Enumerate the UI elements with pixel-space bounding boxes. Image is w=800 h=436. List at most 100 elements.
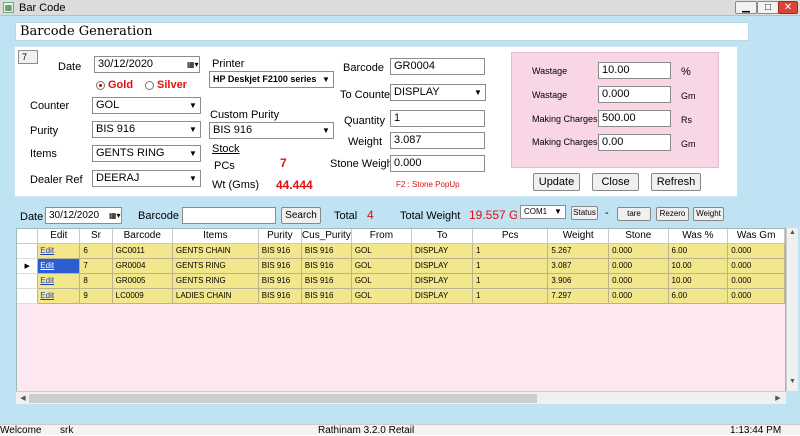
counter-select[interactable]: GOL ▼ [92,97,201,114]
cell-pcs: 1 [472,243,549,259]
row-header[interactable] [17,273,39,289]
calendar-dropdown-icon[interactable]: ▦▾ [109,208,121,223]
items-select[interactable]: GENTS RING ▼ [92,145,201,162]
edit-link[interactable]: Edit [37,243,81,259]
row-header-corner [17,229,39,244]
vertical-scrollbar[interactable]: ▲ ▼ [786,228,798,391]
cell-sr: 7 [79,258,113,274]
quantity-label: Quantity [344,115,385,127]
column-header[interactable]: Barcode [112,229,173,244]
custom-purity-label: Custom Purity [210,109,280,121]
chevron-down-icon: ▼ [554,207,562,216]
cell-stone: 0.000 [608,258,669,274]
refresh-button[interactable]: Refresh [651,173,701,191]
row-header[interactable] [17,243,39,259]
dealer-ref-value: DEERAJ [96,172,140,184]
filter-date-picker[interactable]: 30/12/2020 ▦▾ [45,207,122,224]
scroll-left-icon[interactable]: ◀ [17,393,29,404]
row-header[interactable] [17,288,39,304]
cell-purity: BIS 916 [258,258,302,274]
wastage-percent-input[interactable]: 10.00 [598,62,671,79]
column-header[interactable]: Weight [547,229,610,244]
cell-stone: 0.000 [608,288,669,304]
rezero-button[interactable]: Rezero [656,207,689,221]
status-button[interactable]: Status [571,206,598,220]
gram-unit: Gm [681,139,696,149]
chevron-down-icon: ▼ [189,174,197,183]
scroll-thumb[interactable] [29,394,537,403]
page-title: Barcode Generation [15,22,749,41]
com-port-value: COM1 [524,207,548,216]
cell-purity: BIS 916 [258,273,302,289]
com-port-select[interactable]: COM1 ▼ [520,205,566,219]
column-header[interactable]: To [411,229,474,244]
making-charges-rs-input[interactable]: 500.00 [598,110,671,127]
cell-was-pct: 6.00 [668,243,729,259]
purity-label: Purity [30,125,59,137]
stone-weight-input[interactable]: 0.000 [390,155,485,172]
edit-link[interactable]: Edit [37,288,81,304]
minimize-button[interactable]: ▁ [735,1,757,14]
column-header[interactable]: Stone [608,229,669,244]
weight-button[interactable]: Weight [693,207,724,221]
table-row[interactable]: Edit 6 GC0011 GENTS CHAIN BIS 916 BIS 91… [17,243,785,259]
scroll-down-icon[interactable]: ▼ [787,378,798,385]
column-header[interactable]: Was Gm [727,229,785,244]
close-window-button[interactable]: ✕ [778,1,798,14]
column-header[interactable]: Items [172,229,259,244]
purity-select[interactable]: BIS 916 ▼ [92,121,201,138]
date-value: 30/12/2020 [98,58,154,70]
search-button[interactable]: Search [281,207,321,224]
tare-button[interactable]: tare [617,207,651,221]
scroll-up-icon[interactable]: ▲ [787,229,798,236]
column-header[interactable]: Pcs [472,229,549,244]
cell-pcs: 1 [472,288,549,304]
to-counter-select[interactable]: DISPLAY ▼ [390,84,486,101]
edit-link[interactable]: Edit [37,273,81,289]
making-charges-gm-input[interactable]: 0.00 [598,134,671,151]
column-header[interactable]: Edit [37,229,81,244]
wastage-gram-label: Wastage [532,90,568,100]
silver-label: Silver [157,79,187,91]
calendar-dropdown-icon[interactable]: ▦▾ [187,57,199,72]
printer-select[interactable]: HP Deskjet F2100 series ▼ [209,71,334,88]
making-charges-gm-label: Making Charges [532,137,598,147]
making-charges-rs-label: Making Charges [532,114,598,124]
cell-weight: 3.906 [547,273,610,289]
column-header[interactable]: Was % [668,229,729,244]
barcode-input[interactable]: GR0004 [390,58,485,75]
table-row[interactable]: Edit 8 GR0005 GENTS RING BIS 916 BIS 916… [17,273,785,289]
column-header[interactable]: Purity [258,229,302,244]
cell-items: GENTS RING [172,273,259,289]
table-row[interactable]: Edit 9 LC0009 LADIES CHAIN BIS 916 BIS 9… [17,288,785,304]
dealer-ref-select[interactable]: DEERAJ ▼ [92,170,201,187]
update-button[interactable]: Update [533,173,580,191]
cell-was-gm: 0.000 [727,288,785,304]
dealer-ref-label: Dealer Ref [30,174,83,186]
quantity-input[interactable]: 1 [390,110,485,127]
wastage-gram-input[interactable]: 0.000 [598,86,671,103]
stone-weight-label: Stone Weight [330,158,396,170]
weight-input[interactable]: 3.087 [390,132,485,149]
gold-radio[interactable] [96,81,105,90]
rupee-unit: Rs [681,115,692,125]
title-bar: ▦ Bar Code ▁ □ [0,0,800,16]
filter-barcode-input[interactable] [182,207,276,224]
horizontal-scrollbar[interactable]: ◀ ▶ [16,391,786,404]
column-header[interactable]: From [351,229,412,244]
scroll-right-icon[interactable]: ▶ [772,393,784,404]
cell-was-pct: 10.00 [668,273,729,289]
edit-link[interactable]: Edit [37,258,81,274]
cell-stone: 0.000 [608,243,669,259]
column-header[interactable]: Sr [79,229,113,244]
maximize-button[interactable]: □ [757,1,779,14]
custom-purity-select[interactable]: BIS 916 ▼ [209,122,334,139]
silver-radio[interactable] [145,81,154,90]
column-header[interactable]: Cus_Purity [301,229,352,244]
chevron-down-icon: ▼ [189,125,197,134]
current-row-marker[interactable]: ▶ [17,258,39,274]
date-picker[interactable]: 30/12/2020 ▦▾ [94,56,200,73]
close-button[interactable]: Close [592,173,639,191]
table-row[interactable]: ▶ Edit 7 GR0004 GENTS RING BIS 916 BIS 9… [17,258,785,274]
cell-items: GENTS CHAIN [172,243,259,259]
